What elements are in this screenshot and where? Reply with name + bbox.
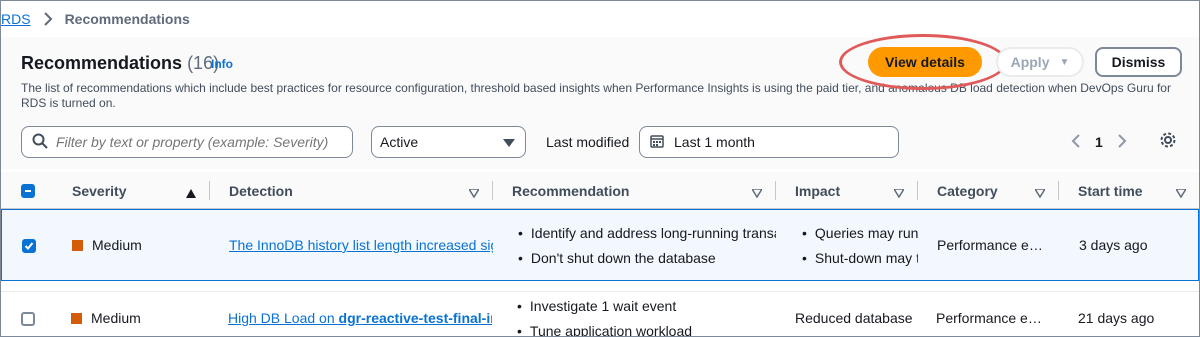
- search-input[interactable]: [56, 134, 346, 150]
- detection-text: High DB Load on: [228, 310, 339, 326]
- gear-icon[interactable]: [1159, 131, 1177, 152]
- date-range-value: Last 1 month: [674, 134, 755, 150]
- table-row[interactable]: Medium The InnoDB history list length in…: [1, 209, 1199, 281]
- sort-icon[interactable]: [892, 185, 906, 201]
- start-time-cell: 3 days ago: [1079, 237, 1148, 253]
- column-header-recommendation[interactable]: Recommendation: [512, 172, 629, 209]
- date-range-picker[interactable]: Last 1 month: [639, 126, 899, 158]
- search-field[interactable]: [21, 126, 353, 158]
- apply-button[interactable]: Apply ▼: [996, 47, 1084, 77]
- chevron-left-icon[interactable]: [1071, 133, 1081, 152]
- recommendation-item: Tune application workload: [517, 323, 775, 336]
- view-details-button[interactable]: View details: [868, 47, 982, 77]
- page-title-text: Recommendations: [21, 53, 183, 73]
- impact-cell: Reduced database performance: [795, 310, 917, 326]
- column-header-impact[interactable]: Impact: [795, 172, 840, 209]
- severity-medium-icon: [72, 240, 83, 251]
- chevron-right-icon: [43, 12, 53, 26]
- info-link[interactable]: Info: [211, 57, 233, 71]
- start-time-cell: 21 days ago: [1078, 310, 1155, 326]
- breadcrumb: RDS Recommendations: [1, 1, 1199, 37]
- table-row[interactable]: Medium High DB Load on dgr-reactive-test…: [1, 291, 1199, 336]
- category-cell: Performance e…: [936, 310, 1042, 326]
- page-number[interactable]: 1: [1095, 134, 1103, 150]
- severity-label: Medium: [92, 237, 142, 253]
- sort-icon[interactable]: [1174, 185, 1188, 201]
- recommendations-panel: RDS Recommendations Recommendations (16)…: [0, 0, 1200, 337]
- column-header-severity[interactable]: Severity: [72, 172, 126, 209]
- impact-item: Shut-down may take longer: [802, 250, 918, 266]
- calendar-icon: [650, 134, 664, 151]
- detection-link[interactable]: The InnoDB history list length increased…: [229, 237, 493, 253]
- status-select-value: Active: [380, 134, 419, 150]
- category-cell: Performance e…: [937, 237, 1043, 253]
- severity-medium-icon: [71, 313, 82, 324]
- severity-cell: Medium: [71, 310, 141, 326]
- caret-down-icon: [503, 134, 515, 150]
- status-select[interactable]: Active: [371, 126, 526, 158]
- sort-icon[interactable]: [750, 185, 764, 201]
- breadcrumb-current: Recommendations: [64, 11, 190, 27]
- table-header: Severity Detection Recommendation Impact…: [1, 172, 1199, 209]
- sort-icon[interactable]: [1033, 185, 1047, 201]
- chevron-right-icon[interactable]: [1117, 133, 1127, 152]
- recommendation-item: Identify and address long-running transa…: [518, 225, 776, 241]
- column-header-detection[interactable]: Detection: [229, 172, 293, 209]
- caret-down-icon: ▼: [1059, 56, 1070, 68]
- column-header-category[interactable]: Category: [937, 172, 998, 209]
- row-checkbox[interactable]: [21, 312, 35, 329]
- recommendation-item: Investigate 1 wait event: [517, 298, 775, 314]
- row-checkbox[interactable]: [22, 238, 36, 254]
- select-all-checkbox[interactable]: [21, 172, 35, 209]
- impact-item: Queries may run slower: [802, 225, 918, 241]
- apply-button-label: Apply: [1010, 54, 1050, 70]
- instance-name: dgr-reactive-test-final-instance: [338, 310, 492, 326]
- breadcrumb-rds-link[interactable]: RDS: [1, 11, 31, 27]
- dismiss-button[interactable]: Dismiss: [1095, 47, 1182, 77]
- detection-link[interactable]: High DB Load on dgr-reactive-test-final-…: [228, 310, 492, 326]
- page-description: The list of recommendations which includ…: [21, 81, 1171, 110]
- search-icon: [32, 133, 48, 152]
- column-header-start-time[interactable]: Start time: [1078, 172, 1143, 209]
- sort-ascending-icon[interactable]: [186, 185, 196, 201]
- page-title: Recommendations (16): [21, 53, 219, 74]
- severity-cell: Medium: [72, 237, 142, 253]
- sort-icon[interactable]: [467, 185, 481, 201]
- recommendation-item: Don't shut down the database: [518, 250, 776, 266]
- pagination: 1: [1071, 129, 1127, 155]
- severity-label: Medium: [91, 310, 141, 326]
- last-modified-label: Last modified: [546, 134, 630, 150]
